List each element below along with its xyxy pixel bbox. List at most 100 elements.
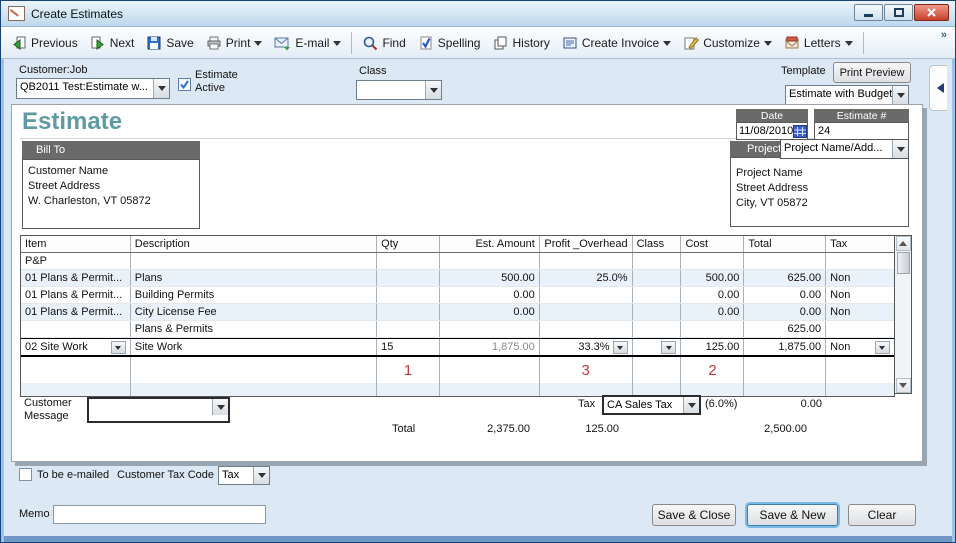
class-dropdown-arrow-icon[interactable] <box>425 81 441 99</box>
cell-description[interactable]: City License Fee <box>131 304 377 320</box>
cell-profit[interactable] <box>540 287 633 303</box>
title-bar[interactable]: Create Estimates <box>1 1 955 27</box>
cell-tax[interactable] <box>826 357 894 383</box>
previous-button[interactable]: Previous <box>5 30 84 55</box>
cell-item[interactable] <box>21 321 131 337</box>
cell-est-amount[interactable] <box>440 321 540 337</box>
customize-button[interactable]: Customize <box>677 30 778 55</box>
cell-class[interactable] <box>633 304 682 320</box>
cell-cost[interactable] <box>681 321 744 337</box>
save-and-new-button[interactable]: Save & New <box>747 504 838 526</box>
table-vertical-scrollbar[interactable] <box>895 235 912 394</box>
customize-dropdown-arrow-icon[interactable] <box>764 41 772 50</box>
cell-total[interactable]: 625.00 <box>744 270 826 286</box>
cell-qty[interactable] <box>377 253 440 269</box>
cell-profit[interactable]: 25.0% <box>540 270 633 286</box>
print-preview-button[interactable]: Print Preview <box>833 62 911 83</box>
cell-description[interactable] <box>131 253 377 269</box>
cell-profit[interactable] <box>540 304 633 320</box>
to-be-emailed-checkbox[interactable] <box>19 468 32 481</box>
cell-description[interactable]: Plans <box>131 270 377 286</box>
scroll-up-button[interactable] <box>896 236 911 251</box>
cell-qty[interactable] <box>377 304 440 320</box>
cell-tax[interactable]: Non <box>826 287 894 303</box>
create-invoice-button[interactable]: Create Invoice <box>556 30 677 55</box>
find-button[interactable]: Find <box>356 30 411 55</box>
cell-total[interactable] <box>744 253 826 269</box>
table-row[interactable]: Plans & Permits 625.00 <box>21 321 894 338</box>
cell-class[interactable] <box>633 253 682 269</box>
table-row[interactable] <box>21 383 894 396</box>
tax-combobox[interactable]: CA Sales Tax <box>602 395 701 415</box>
cell-item[interactable]: 02 Site Work <box>21 339 131 355</box>
template-dropdown-arrow-icon[interactable] <box>892 86 908 104</box>
cell-item[interactable] <box>21 357 131 383</box>
calendar-button[interactable] <box>793 125 807 138</box>
cell-cost[interactable]: 500.00 <box>681 270 744 286</box>
cell-tax[interactable]: Non <box>826 270 894 286</box>
email-dropdown-arrow-icon[interactable] <box>333 41 341 50</box>
cell-total[interactable]: 0.00 <box>744 304 826 320</box>
customer-message-combobox[interactable] <box>87 397 230 423</box>
cell-description[interactable] <box>131 357 377 383</box>
cell-qty[interactable] <box>377 321 440 337</box>
save-button[interactable]: Save <box>140 30 199 55</box>
cell-est-amount[interactable]: 500.00 <box>440 270 540 286</box>
project-address-box[interactable]: Project Name Street Address City, VT 058… <box>730 157 909 227</box>
toolbar-overflow-chevron[interactable]: » <box>941 29 947 41</box>
cell-qty[interactable] <box>377 287 440 303</box>
print-button[interactable]: Print <box>200 30 269 55</box>
table-row[interactable]: 01 Plans & Permit... City License Fee 0.… <box>21 304 894 321</box>
profit-dropdown-arrow-icon[interactable] <box>613 341 628 354</box>
cell-qty[interactable]: 15 <box>377 339 440 355</box>
customer-message-dropdown-arrow-icon[interactable] <box>212 399 228 415</box>
customer-job-dropdown-arrow-icon[interactable] <box>153 79 169 98</box>
next-button[interactable]: Next <box>84 30 141 55</box>
tax-dropdown-arrow-icon[interactable] <box>683 397 699 413</box>
cell-est-amount[interactable]: 0.00 <box>440 304 540 320</box>
letters-button[interactable]: Letters <box>778 30 859 55</box>
scrollbar-thumb[interactable] <box>897 252 910 274</box>
cell-profit[interactable] <box>540 253 633 269</box>
scroll-down-button[interactable] <box>896 378 911 393</box>
cell-profit[interactable]: 3 <box>540 357 633 383</box>
close-button[interactable] <box>914 4 949 21</box>
date-field[interactable]: 11/08/2010 <box>736 122 808 140</box>
cell-cost[interactable]: 125.00 <box>681 339 744 355</box>
cell-item[interactable]: 01 Plans & Permit... <box>21 304 131 320</box>
cell-class[interactable] <box>633 339 682 355</box>
cell-tax[interactable] <box>826 253 894 269</box>
cell-description[interactable]: Site Work <box>131 339 377 355</box>
cell-class[interactable] <box>633 287 682 303</box>
project-name-dropdown-arrow-icon[interactable] <box>892 140 908 158</box>
memo-input[interactable] <box>53 505 266 524</box>
customer-job-combobox[interactable]: QB2011 Test:Estimate w... <box>16 78 170 99</box>
table-row[interactable]: 01 Plans & Permit... Building Permits 0.… <box>21 287 894 304</box>
history-panel-toggle[interactable] <box>929 65 947 111</box>
estimate-number-field[interactable]: 24 <box>814 122 909 140</box>
cell-total[interactable]: 1,875.00 <box>744 339 826 355</box>
table-row-annotated[interactable]: 1 3 2 <box>21 357 894 383</box>
cell-qty[interactable]: 1 <box>377 357 440 383</box>
letters-dropdown-arrow-icon[interactable] <box>845 41 853 50</box>
cell-qty[interactable] <box>377 270 440 286</box>
restore-button[interactable] <box>884 4 913 21</box>
estimate-active-checkbox[interactable] <box>178 78 191 91</box>
class-combobox[interactable] <box>356 80 442 100</box>
cell-class[interactable] <box>633 270 682 286</box>
spelling-button[interactable]: Spelling <box>412 30 487 55</box>
table-row[interactable]: P&P <box>21 253 894 270</box>
cell-class[interactable] <box>633 321 682 337</box>
cell-item[interactable]: 01 Plans & Permit... <box>21 270 131 286</box>
cell-cost[interactable] <box>681 253 744 269</box>
project-name-combobox[interactable]: Project Name/Add... <box>780 139 909 159</box>
cell-est-amount[interactable]: 0.00 <box>440 287 540 303</box>
email-button[interactable]: E-mail <box>268 30 347 55</box>
cell-tax[interactable] <box>826 321 894 337</box>
cell-cost[interactable]: 2 <box>681 357 744 383</box>
class-cell-dropdown-arrow-icon[interactable] <box>661 341 676 354</box>
template-combobox[interactable]: Estimate with Budget <box>785 85 909 105</box>
cell-total[interactable]: 625.00 <box>744 321 826 337</box>
customer-tax-code-combobox[interactable]: Tax <box>218 466 270 485</box>
history-button[interactable]: History <box>486 30 555 55</box>
